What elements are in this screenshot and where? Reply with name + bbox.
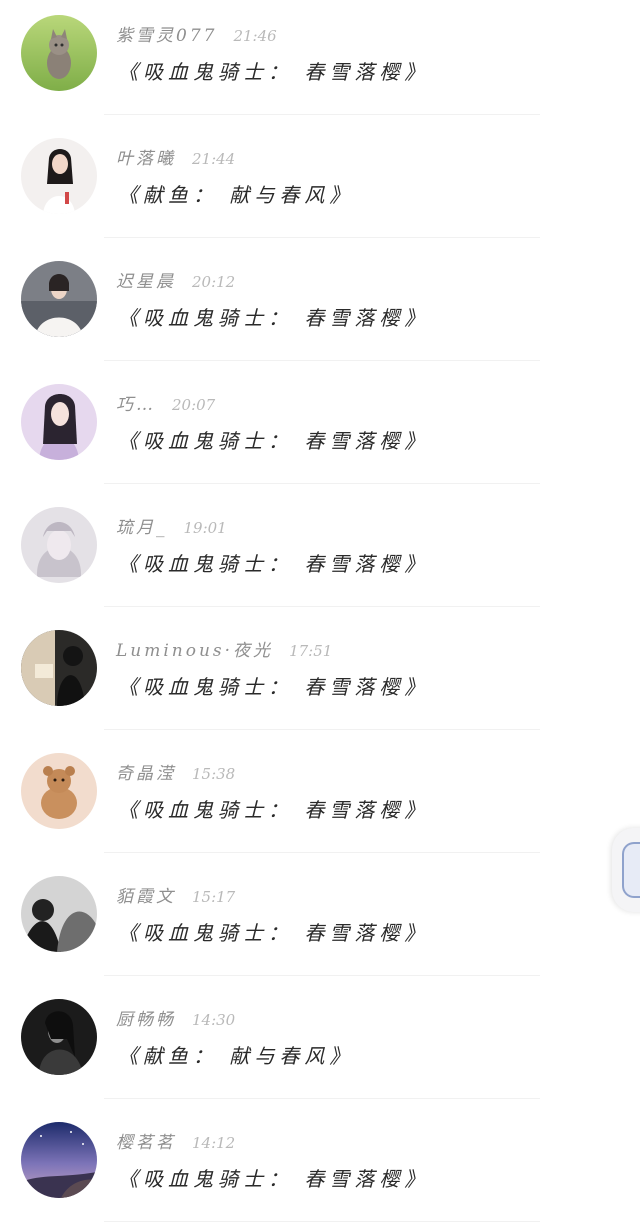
comment-text: 《献鱼： 献与春风》 [118, 183, 355, 207]
comment-meta: 巧… 20:07 [116, 393, 215, 417]
timestamp: 14:30 [192, 1011, 236, 1029]
timestamp: 19:01 [183, 519, 227, 537]
comment-text: 《吸血鬼骑士： 春雪落樱》 [118, 1167, 430, 1191]
avatar[interactable] [21, 507, 97, 583]
timestamp: 20:07 [172, 396, 216, 414]
username[interactable]: 厨畅畅 [116, 1010, 176, 1030]
comment-item[interactable]: 巧… 20:07 《吸血鬼骑士： 春雪落樱》 [0, 369, 640, 492]
divider [104, 1098, 540, 1099]
timestamp: 15:38 [192, 765, 236, 783]
avatar[interactable] [21, 1122, 97, 1198]
username[interactable]: 奇晶滢 [116, 764, 176, 784]
comment-text: 《吸血鬼骑士： 春雪落樱》 [118, 429, 430, 453]
comment-item[interactable]: 厨畅畅 14:30 《献鱼： 献与春风》 [0, 984, 640, 1107]
divider [104, 606, 540, 607]
avatar[interactable] [21, 261, 97, 337]
username[interactable]: 巧… [116, 395, 156, 415]
comment-item[interactable]: 貊霞文 15:17 《吸血鬼骑士： 春雪落樱》 [0, 861, 640, 984]
timestamp: 15:17 [192, 888, 236, 906]
comment-meta: 奇晶滢 15:38 [116, 762, 235, 786]
avatar[interactable] [21, 15, 97, 91]
username[interactable]: 叶落曦 [116, 149, 176, 169]
avatar[interactable] [21, 753, 97, 829]
timestamp: 21:44 [192, 150, 236, 168]
comment-text: 《吸血鬼骑士： 春雪落樱》 [118, 552, 430, 576]
comment-meta: 叶落曦 21:44 [116, 147, 235, 171]
avatar[interactable] [21, 630, 97, 706]
comment-meta: 貊霞文 15:17 [116, 885, 235, 909]
avatar[interactable] [21, 138, 97, 214]
comment-text: 《吸血鬼骑士： 春雪落樱》 [118, 798, 430, 822]
comment-item[interactable]: 樱茗茗 14:12 《吸血鬼骑士： 春雪落樱》 [0, 1107, 640, 1230]
comment-text: 《吸血鬼骑士： 春雪落樱》 [118, 921, 430, 945]
comment-text: 《吸血鬼骑士： 春雪落樱》 [118, 60, 430, 84]
edge-handle-icon [622, 842, 640, 898]
timestamp: 21:46 [233, 27, 277, 45]
divider [104, 1221, 540, 1222]
divider [104, 852, 540, 853]
comment-feed: 紫雪灵077 21:46 《吸血鬼骑士： 春雪落樱》 叶落曦 21:44 《献鱼： … [0, 0, 640, 1224]
comment-text: 《献鱼： 献与春风》 [118, 1044, 355, 1068]
divider [104, 114, 540, 115]
avatar[interactable] [21, 876, 97, 952]
divider [104, 483, 540, 484]
divider [104, 237, 540, 238]
timestamp: 14:12 [192, 1134, 236, 1152]
comment-item[interactable]: 琉月_ 19:01 《吸血鬼骑士： 春雪落樱》 [0, 492, 640, 615]
divider [104, 729, 540, 730]
comment-item[interactable]: 奇晶滢 15:38 《吸血鬼骑士： 春雪落樱》 [0, 738, 640, 861]
comment-text: 《吸血鬼骑士： 春雪落樱》 [118, 675, 430, 699]
comment-meta: 厨畅畅 14:30 [116, 1008, 235, 1032]
username[interactable]: 琉月_ [116, 518, 168, 538]
floating-edge-handle[interactable] [612, 828, 640, 912]
comment-meta: 迟星晨 20:12 [116, 270, 235, 294]
comment-item[interactable]: 迟星晨 20:12 《吸血鬼骑士： 春雪落樱》 [0, 246, 640, 369]
username[interactable]: 紫雪灵077 [116, 26, 217, 46]
comment-meta: 紫雪灵077 21:46 [116, 24, 277, 48]
comment-meta: 琉月_ 19:01 [116, 516, 227, 540]
username[interactable]: 貊霞文 [116, 887, 176, 907]
comment-item[interactable]: 紫雪灵077 21:46 《吸血鬼骑士： 春雪落樱》 [0, 0, 640, 123]
avatar[interactable] [21, 999, 97, 1075]
comment-meta: 樱茗茗 14:12 [116, 1131, 235, 1155]
timestamp: 17:51 [289, 642, 333, 660]
comment-item[interactable]: Luminous·夜光 17:51 《吸血鬼骑士： 春雪落樱》 [0, 615, 640, 738]
username[interactable]: 樱茗茗 [116, 1133, 176, 1153]
comment-meta: Luminous·夜光 17:51 [116, 639, 332, 663]
comment-item[interactable]: 叶落曦 21:44 《献鱼： 献与春风》 [0, 123, 640, 246]
comment-text: 《吸血鬼骑士： 春雪落樱》 [118, 306, 430, 330]
avatar[interactable] [21, 384, 97, 460]
username[interactable]: 迟星晨 [116, 272, 176, 292]
username[interactable]: Luminous·夜光 [116, 641, 273, 661]
divider [104, 975, 540, 976]
divider [104, 360, 540, 361]
timestamp: 20:12 [192, 273, 236, 291]
